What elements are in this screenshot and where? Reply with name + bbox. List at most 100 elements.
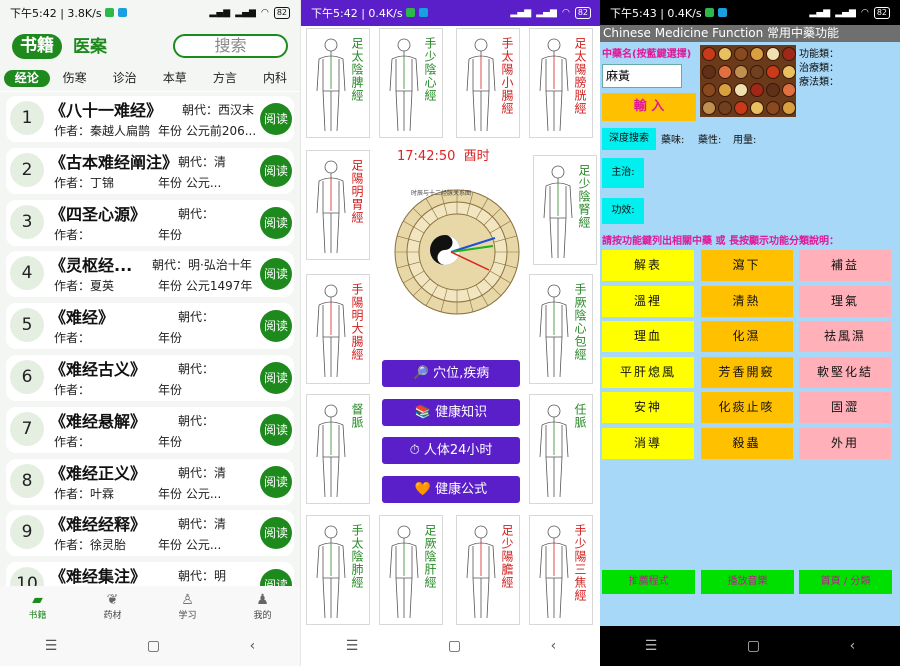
function-button[interactable]: 消導 [602, 427, 694, 459]
read-button[interactable]: 阅读 [260, 103, 292, 135]
read-button[interactable]: 阅读 [260, 206, 292, 239]
book-icon: ▰ [32, 591, 43, 608]
herb-bowl [750, 83, 764, 97]
function-button[interactable]: 祛風濕 [799, 321, 891, 352]
category-tab[interactable]: 方言 [200, 70, 250, 87]
category-tab[interactable]: 内科 [250, 70, 300, 87]
taste-label: 藥味: [661, 135, 685, 146]
meridian-figure[interactable]: 足厥陰肝經 [379, 515, 443, 625]
function-button[interactable]: 軟堅化結 [799, 356, 891, 388]
book-row[interactable]: 2 《古本难经阐注》 朝代：清 作者：丁锦 年份 公元... 阅读 [6, 147, 294, 194]
meridian-figure[interactable]: 手厥陰心包經 [529, 274, 593, 384]
back-icon[interactable]: ‹ [250, 638, 256, 654]
book-row[interactable]: 3 《四圣心源》 朝代： 作者： 年份 阅读 [6, 199, 294, 246]
home-icon[interactable]: ▢ [448, 638, 461, 654]
meridian-figure[interactable]: 手太陰肺經 [306, 515, 370, 625]
book-row[interactable]: 1 《八十一难经》 朝代：西汉末 作者：秦越人扁鹊 年份 公元前206... 阅读 [6, 96, 294, 142]
function-button[interactable]: 殺蟲 [700, 427, 793, 459]
effect-button[interactable]: 功效: [602, 198, 644, 224]
category-tab[interactable]: 本草 [150, 70, 200, 87]
meridian-figure[interactable]: 任脈 [529, 394, 593, 504]
function-button[interactable]: 補益 [799, 250, 891, 281]
menu-icon[interactable]: ☰ [45, 638, 58, 654]
nav-books[interactable]: ▰ 书籍 [8, 592, 68, 621]
read-button[interactable]: 阅读 [260, 517, 292, 550]
menu-icon[interactable]: ☰ [645, 638, 658, 654]
book-row[interactable]: 5 《难经》 朝代： 作者： 年份 阅读 [6, 303, 294, 350]
category-tab[interactable]: 经论 [4, 70, 50, 87]
nav-learn[interactable]: ♙ 学习 [158, 592, 218, 621]
read-button[interactable]: 阅读 [260, 465, 292, 498]
nav-mine[interactable]: ♟ 我的 [233, 592, 293, 621]
function-button[interactable]: 化濕 [700, 321, 793, 352]
herb-bowl [702, 101, 716, 115]
health-formula-button[interactable]: 🧡 健康公式 [382, 475, 520, 503]
meridian-figure[interactable]: 手陽明大腸經 [306, 274, 370, 384]
herb-bowl [782, 47, 796, 61]
meridian-figure[interactable]: 手少陰心經 [379, 28, 443, 138]
search-input[interactable]: 搜索 [173, 34, 288, 58]
meridian-figure[interactable]: 手太陽小腸經 [456, 28, 520, 138]
book-number: 5 [10, 308, 44, 343]
book-row[interactable]: 9 《难经经释》 朝代：清 作者：徐灵胎 年份 公元... 阅读 [6, 510, 294, 557]
read-button[interactable]: 阅读 [260, 154, 292, 187]
function-button[interactable]: 溫裡 [602, 285, 694, 317]
acupoint-disease-button[interactable]: 🔎 穴位,疾病 [382, 360, 520, 387]
function-button[interactable]: 化痰止咳 [700, 392, 793, 423]
book-row[interactable]: 4 《灵枢经... 朝代：明·弘治十年 作者：夏英 年份 公元1497年 阅读 [6, 251, 294, 298]
function-button[interactable]: 安神 [602, 392, 694, 423]
function-button[interactable]: 瀉下 [700, 250, 793, 281]
back-icon[interactable]: ‹ [850, 638, 856, 654]
body-24h-button[interactable]: ⏱ 人体24小时 [382, 437, 520, 464]
meridian-figure[interactable]: 足太陽膀胱經 [529, 28, 593, 138]
health-knowledge-button[interactable]: 📚 健康知识 [382, 398, 520, 426]
system-nav-bar: ☰ ▢ ‹ [0, 626, 300, 666]
home-icon[interactable]: ▢ [747, 638, 760, 654]
meridian-figure[interactable]: 足太陰脾經 [306, 28, 370, 138]
battery-icon: 82 [574, 7, 591, 19]
book-row[interactable]: 8 《难经正义》 朝代：清 作者：叶霖 年份 公元... 阅读 [6, 458, 294, 505]
function-button[interactable]: 平肝熄風 [602, 356, 694, 388]
function-button[interactable]: 理氣 [799, 285, 891, 317]
meridian-figure[interactable]: 督脈 [306, 394, 370, 504]
read-button[interactable]: 阅读 [260, 258, 292, 291]
meridian-figure[interactable]: 足少陰腎經 [533, 155, 597, 265]
function-button[interactable]: 解表 [602, 250, 694, 281]
nature-label: 藥性: [698, 135, 722, 146]
read-button[interactable]: 阅读 [260, 362, 292, 394]
nav-herbs[interactable]: ❦ 药材 [83, 592, 143, 621]
category-tab[interactable]: 伤寒 [50, 70, 100, 87]
deep-search-button[interactable]: 深度搜索 [602, 128, 656, 150]
meridian-figure[interactable]: 足陽明胃經 [306, 150, 370, 260]
play-music-button[interactable]: 播放音樂 [701, 570, 794, 594]
signal-icon: ▂▄▆ [809, 8, 831, 18]
book-row[interactable]: 10 《难经集注》 朝代：明 阅读 [6, 562, 294, 586]
tab-cases[interactable]: 医案 [73, 35, 107, 59]
book-row[interactable]: 6 《难经古义》 朝代： 作者： 年份 阅读 [6, 355, 294, 401]
function-button[interactable]: 外用 [799, 427, 891, 459]
herb-name-input[interactable]: 麻黃 [602, 64, 682, 88]
book-year: 年份 公元1497年 [158, 279, 253, 294]
meridian-figure[interactable]: 足少陽膽經 [456, 515, 520, 625]
tab-books[interactable]: 书籍 [12, 34, 62, 59]
home-category-button[interactable]: 首頁 / 分類 [799, 570, 892, 594]
menu-icon[interactable]: ☰ [346, 638, 359, 654]
function-button[interactable]: 理血 [602, 321, 694, 352]
main-treatment-button[interactable]: 主治: [602, 158, 644, 188]
meridian-figure[interactable]: 手少陽三焦經 [529, 515, 593, 625]
function-button[interactable]: 芳香開竅 [700, 356, 793, 388]
read-button[interactable]: 阅读 [260, 310, 292, 343]
enter-button[interactable]: 輸 入 [602, 93, 696, 121]
nav-learn-label: 学习 [178, 610, 197, 621]
back-icon[interactable]: ‹ [551, 638, 557, 654]
read-button[interactable]: 阅读 [260, 413, 292, 446]
function-button[interactable]: 固澀 [799, 392, 891, 423]
category-tab[interactable]: 诊治 [100, 70, 150, 87]
meridian-label: 督脈 [350, 403, 364, 429]
read-button[interactable]: 阅读 [260, 569, 292, 586]
signal-icon: ▂▄▆ [235, 8, 256, 18]
function-button[interactable]: 清熱 [700, 285, 793, 317]
recommend-apps-button[interactable]: 推薦程式 [602, 570, 695, 594]
home-icon[interactable]: ▢ [147, 638, 160, 654]
book-row[interactable]: 7 《难经悬解》 朝代： 作者： 年份 阅读 [6, 406, 294, 453]
